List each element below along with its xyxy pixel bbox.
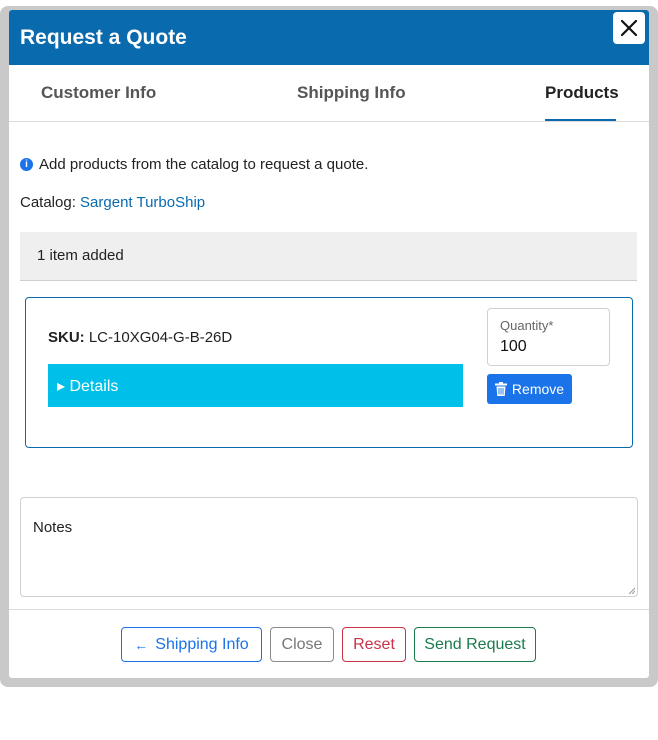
tab-products[interactable]: Products: [545, 83, 619, 103]
active-tab-indicator: [545, 119, 616, 121]
details-toggle[interactable]: ▸ Details: [48, 364, 463, 407]
info-message: i Add products from the catalog to reque…: [20, 156, 368, 173]
catalog-label: Catalog:: [20, 194, 76, 211]
items-added-text: 1 item added: [37, 247, 124, 264]
sku-value: LC-10XG04-G-B-26D: [88, 329, 233, 346]
catalog-link[interactable]: Sargent TurboShip: [80, 194, 205, 211]
quantity-field[interactable]: Quantity* 100: [487, 308, 610, 366]
quantity-label: Quantity*: [500, 318, 554, 333]
notes-placeholder: Notes: [33, 519, 73, 536]
notes-textarea[interactable]: Notes: [20, 497, 638, 597]
close-dialog-button[interactable]: [613, 12, 645, 44]
back-to-shipping-button[interactable]: ← Shipping Info: [121, 627, 262, 662]
tab-bar: Customer Info Shipping Info Products: [9, 65, 649, 122]
remove-label: Remove: [511, 381, 565, 397]
close-button[interactable]: Close: [270, 627, 334, 662]
request-quote-dialog: Request a Quote Customer Info Shipping I…: [9, 10, 649, 678]
arrow-left-icon: ←: [134, 636, 149, 653]
close-icon: [620, 19, 638, 37]
remove-button[interactable]: Remove: [487, 374, 572, 404]
tab-shipping-info[interactable]: Shipping Info: [297, 83, 406, 103]
items-added-bar: 1 item added: [20, 232, 637, 281]
info-circle-icon: i: [20, 158, 33, 171]
reset-button[interactable]: Reset: [342, 627, 406, 662]
tab-customer-info[interactable]: Customer Info: [41, 83, 156, 103]
sku-label: SKU:: [48, 329, 85, 346]
send-request-button[interactable]: Send Request: [414, 627, 536, 662]
resize-handle-icon[interactable]: [627, 586, 635, 594]
product-card: SKU: LC-10XG04-G-B-26D ▸ Details Quantit…: [25, 297, 633, 448]
sku-line: SKU: LC-10XG04-G-B-26D: [48, 329, 232, 346]
trash-icon: [494, 382, 507, 396]
back-label: Shipping Info: [155, 635, 249, 653]
dialog-header: Request a Quote: [9, 10, 649, 65]
info-text: Add products from the catalog to request…: [39, 156, 369, 173]
quantity-value[interactable]: 100: [500, 338, 527, 356]
dialog-footer: ← Shipping Info Close Reset Send Request: [9, 609, 649, 678]
dialog-title: Request a Quote: [20, 25, 187, 49]
catalog-line: Catalog: Sargent TurboShip: [20, 194, 205, 211]
details-label: ▸ Details: [57, 378, 119, 395]
